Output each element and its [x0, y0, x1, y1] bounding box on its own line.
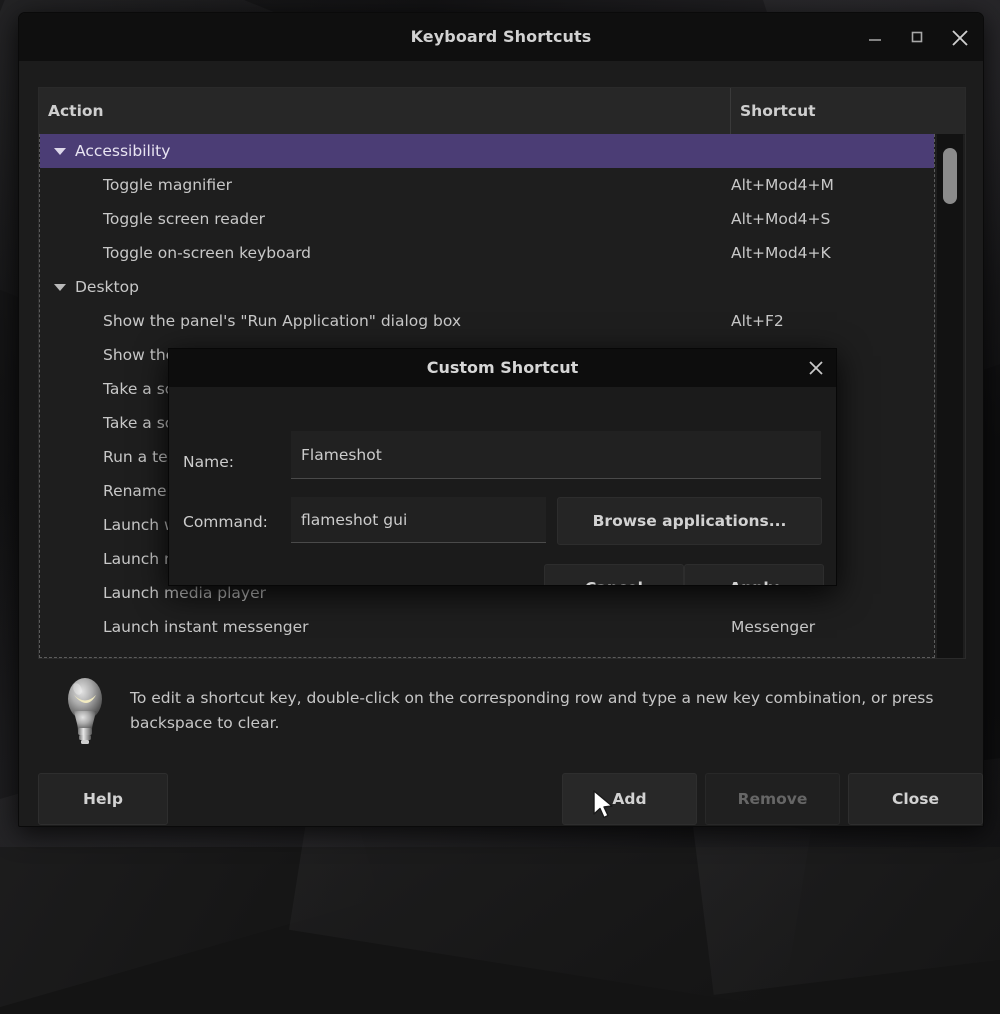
name-input[interactable] — [291, 431, 821, 479]
treeview-header: Action Shortcut — [39, 88, 965, 135]
table-row[interactable]: Launch instant messengerMessenger — [40, 610, 934, 644]
add-button[interactable]: Add — [562, 773, 697, 825]
dialog-close-icon[interactable] — [806, 358, 826, 378]
command-label: Command: — [183, 513, 268, 531]
row-action-label: Show the panel's "Run Application" dialo… — [40, 312, 722, 330]
row-shortcut-label: Messenger — [722, 618, 934, 636]
minimize-button[interactable] — [865, 27, 885, 47]
close-button-bottom[interactable]: Close — [848, 773, 983, 825]
remove-button: Remove — [705, 773, 840, 825]
row-action-label: Accessibility — [40, 142, 722, 160]
custom-shortcut-dialog: Custom Shortcut Name: Command: Browse ap… — [168, 348, 837, 586]
table-row[interactable]: Desktop — [40, 270, 934, 304]
row-action-label: Toggle on-screen keyboard — [40, 244, 722, 262]
lightbulb-icon — [62, 675, 108, 747]
mouse-cursor — [591, 789, 617, 823]
table-row[interactable]: Toggle magnifierAlt+Mod4+M — [40, 168, 934, 202]
row-action-label: Launch media player — [40, 584, 722, 602]
window-title: Keyboard Shortcuts — [19, 13, 983, 61]
help-button[interactable]: Help — [38, 773, 168, 825]
row-shortcut-label: Alt+Mod4+M — [722, 176, 934, 194]
row-action-label: Desktop — [40, 278, 722, 296]
window-action-bar: Help Add Remove Close — [38, 773, 964, 827]
window-controls — [865, 13, 969, 61]
window-titlebar[interactable]: Keyboard Shortcuts — [19, 13, 983, 61]
apply-button[interactable]: Apply — [684, 564, 824, 586]
table-row[interactable]: Toggle on-screen keyboardAlt+Mod4+K — [40, 236, 934, 270]
row-action-text: Accessibility — [75, 142, 170, 160]
browse-applications-button[interactable]: Browse applications... — [557, 497, 822, 545]
expander-triangle-down-icon[interactable] — [54, 284, 66, 291]
dialog-form: Name: Command: Browse applications... Ca… — [169, 387, 836, 585]
row-action-label: Toggle magnifier — [40, 176, 722, 194]
cancel-button[interactable]: Cancel — [544, 564, 684, 586]
row-action-text: Desktop — [75, 278, 139, 296]
row-action-label: Toggle screen reader — [40, 210, 722, 228]
scrollbar-thumb[interactable] — [943, 148, 957, 204]
maximize-button[interactable] — [907, 27, 927, 47]
column-header-action[interactable]: Action — [39, 88, 731, 134]
row-shortcut-label: Alt+Mod4+K — [722, 244, 934, 262]
hint-bar: To edit a shortcut key, double-click on … — [38, 663, 964, 759]
command-input[interactable] — [291, 497, 546, 543]
table-row[interactable]: Toggle screen readerAlt+Mod4+S — [40, 202, 934, 236]
hint-text: To edit a shortcut key, double-click on … — [130, 686, 964, 736]
table-row[interactable]: Show the panel's "Run Application" dialo… — [40, 304, 934, 338]
row-shortcut-label: Alt+Mod4+S — [722, 210, 934, 228]
dialog-titlebar[interactable]: Custom Shortcut — [169, 349, 836, 387]
table-row[interactable]: Accessibility — [40, 134, 934, 168]
close-button[interactable] — [949, 27, 969, 47]
dialog-title-text: Custom Shortcut — [169, 349, 836, 387]
row-shortcut-label: Alt+F2 — [722, 312, 934, 330]
vertical-scrollbar[interactable] — [937, 134, 963, 658]
name-label: Name: — [183, 453, 234, 471]
expander-triangle-down-icon[interactable] — [54, 148, 66, 155]
row-action-label: Launch instant messenger — [40, 618, 722, 636]
column-header-shortcut[interactable]: Shortcut — [731, 88, 965, 134]
